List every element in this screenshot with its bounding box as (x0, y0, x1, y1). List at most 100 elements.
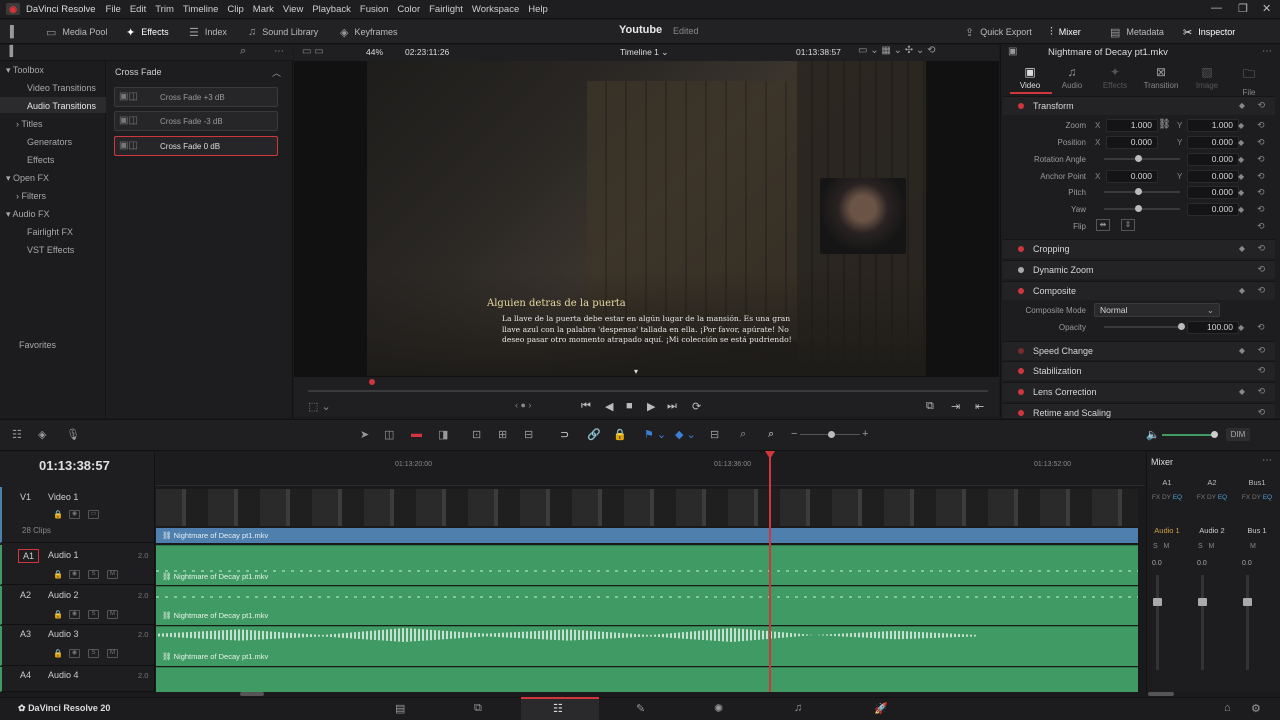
reset-icon[interactable]: ⟲ (1257, 365, 1265, 376)
scrub-playhead[interactable] (369, 379, 375, 385)
keyframe-icon[interactable]: ◆ (1238, 323, 1244, 332)
track-visibility-icon[interactable]: ▭ (88, 510, 99, 519)
more-options-icon[interactable]: ⋯ (274, 46, 284, 57)
marker-view-icon[interactable]: ◈ (38, 428, 46, 441)
enable-dot-icon[interactable] (1018, 410, 1024, 416)
media-pool-button[interactable]: ▭ Media Pool (46, 20, 107, 44)
auto-track-icon[interactable]: ◉ (69, 510, 80, 519)
search-icon[interactable]: ⌕ (240, 45, 246, 58)
keyframe-icon[interactable]: ◆ (1238, 205, 1244, 214)
lock-icon[interactable]: 🔒 (53, 570, 63, 579)
section-transform[interactable]: Transform ◆ ⟲ (1003, 96, 1275, 115)
trim-tool-icon[interactable]: ◫ (384, 428, 394, 441)
mute-icon[interactable]: M (107, 610, 118, 619)
tab-audio[interactable]: ♫ Audio (1052, 65, 1092, 90)
keyframe-icon[interactable]: ◆ (1238, 172, 1244, 181)
tree-item-video-transitions[interactable]: Video Transitions (27, 83, 96, 93)
settings-gear-icon[interactable]: ⚙ (1251, 702, 1261, 715)
position-lock-icon[interactable]: 🔒 (613, 428, 627, 441)
menu-fairlight[interactable]: Fairlight (429, 4, 463, 15)
pitch-slider-knob[interactable] (1135, 188, 1142, 195)
track-id[interactable]: A1 (18, 549, 40, 563)
menu-workspace[interactable]: Workspace (472, 4, 519, 15)
deliver-page-icon[interactable]: 🚀 (874, 702, 888, 715)
panel-toggle-icon[interactable]: ▐ (6, 20, 20, 44)
sidebar-toggle-icon[interactable]: ▐ (6, 46, 13, 57)
quick-export-button[interactable]: ⇪ Quick Export (965, 20, 1032, 44)
pitch-field[interactable]: 0.000 (1187, 186, 1239, 199)
tab-image[interactable]: ▨ Image (1187, 65, 1227, 90)
minimize-icon[interactable]: — (1211, 2, 1222, 14)
tree-item-favorites[interactable]: Favorites (19, 340, 56, 350)
reset-icon[interactable]: ⟲ (1257, 221, 1265, 232)
viewer-layout-icon[interactable]: ▭ ▭ (302, 46, 324, 57)
yaw-field[interactable]: 0.000 (1187, 203, 1239, 216)
mixer-button[interactable]: ⫶ Mixer (1050, 20, 1081, 44)
tree-item-audio-transitions[interactable]: Audio Transitions (27, 101, 96, 111)
enable-dot-icon[interactable] (1018, 267, 1024, 273)
reset-icon[interactable]: ⟲ (1257, 285, 1265, 296)
tab-transition[interactable]: ⊠ Transition (1141, 65, 1181, 90)
reset-icon[interactable]: ⟲ (1257, 154, 1265, 165)
effect-item[interactable]: ▣◫ Cross Fade -3 dB (114, 111, 278, 131)
horizontal-scrollbar[interactable] (240, 692, 264, 696)
mixer-solo-mute[interactable]: S M (1153, 543, 1169, 550)
enable-dot-icon[interactable] (1018, 103, 1024, 109)
insert-clip-icon[interactable]: ⊡ (472, 428, 481, 441)
fader-track[interactable] (1246, 575, 1249, 670)
dim-button[interactable]: DIM (1226, 428, 1250, 441)
tree-item-open-fx[interactable]: ▾ Open FX (6, 173, 49, 184)
jog-icon[interactable]: ‹ ● › (515, 400, 531, 410)
keyframe-icon[interactable]: ◆ (1239, 286, 1245, 295)
rotation-slider[interactable] (1104, 158, 1180, 160)
flip-horizontal-icon[interactable]: ⇹ (1096, 219, 1110, 231)
edit-page-icon[interactable]: ☷ (553, 702, 563, 715)
mixer-fx-row[interactable]: FX DY EQ (1147, 494, 1187, 501)
audio-clip-a1[interactable] (156, 545, 1138, 585)
fader-cap[interactable] (1153, 598, 1162, 606)
safe-area-icon[interactable]: ⬚ ⌄ (308, 400, 331, 413)
audio-clip-a2[interactable] (156, 586, 1138, 625)
selection-tool-icon[interactable]: ➤ (360, 428, 369, 441)
rotation-field[interactable]: 0.000 (1187, 153, 1239, 166)
fader-track[interactable] (1201, 575, 1204, 670)
index-button[interactable]: ☰ Index (189, 20, 227, 44)
menu-clip[interactable]: Clip (227, 4, 243, 15)
mixer-mute[interactable]: M (1250, 543, 1256, 550)
home-icon[interactable]: ⌂ (1224, 702, 1231, 714)
zoom-level[interactable]: 44% (366, 47, 383, 57)
menu-help[interactable]: Help (528, 4, 548, 15)
reset-icon[interactable]: ⟲ (1257, 264, 1265, 275)
enable-dot-icon[interactable] (1018, 348, 1024, 354)
keyframe-icon[interactable]: ◆ (1238, 155, 1244, 164)
tree-item-titles[interactable]: › Titles (16, 119, 43, 129)
stop-icon[interactable]: ■ (626, 400, 633, 412)
zoom-detail-icon[interactable]: ⌕ (740, 428, 746, 441)
volume-icon[interactable]: 🔈 (1146, 428, 1160, 441)
blade-tool-icon[interactable]: ▬ (411, 428, 422, 440)
effect-item[interactable]: ▣◫ Cross Fade +3 dB (114, 87, 278, 107)
reset-icon[interactable]: ⟲ (1257, 386, 1265, 397)
restore-icon[interactable]: ❐ (1238, 2, 1248, 15)
yaw-slider-knob[interactable] (1135, 205, 1142, 212)
enable-dot-icon[interactable] (1018, 288, 1024, 294)
cut-page-icon[interactable]: ⧉ (474, 702, 482, 715)
enable-dot-icon[interactable] (1018, 389, 1024, 395)
menu-mark[interactable]: Mark (253, 4, 274, 15)
enable-dot-icon[interactable] (1018, 246, 1024, 252)
timeline-ruler[interactable] (155, 452, 1145, 486)
zoom-y-field[interactable]: 1.000 (1187, 119, 1239, 132)
metadata-button[interactable]: ▤ Metadata (1110, 20, 1164, 44)
rotation-slider-knob[interactable] (1135, 155, 1142, 162)
zoom-slider-knob[interactable] (828, 431, 835, 438)
master-volume-slider[interactable] (1162, 434, 1214, 436)
section-dynamic-zoom[interactable]: Dynamic Zoom ⟲ (1003, 260, 1275, 279)
tree-item-vst-effects[interactable]: VST Effects (27, 245, 74, 255)
effect-item-selected[interactable]: ▣◫ Cross Fade 0 dB (114, 136, 278, 156)
reset-icon[interactable]: ⟲ (1257, 137, 1265, 148)
fader-cap[interactable] (1198, 598, 1207, 606)
inspector-layout-icon[interactable]: ▣ (1008, 46, 1017, 57)
replace-clip-icon[interactable]: ⊟ (524, 428, 533, 441)
tree-item-generators[interactable]: Generators (27, 137, 72, 147)
menu-timeline[interactable]: Timeline (183, 4, 219, 15)
